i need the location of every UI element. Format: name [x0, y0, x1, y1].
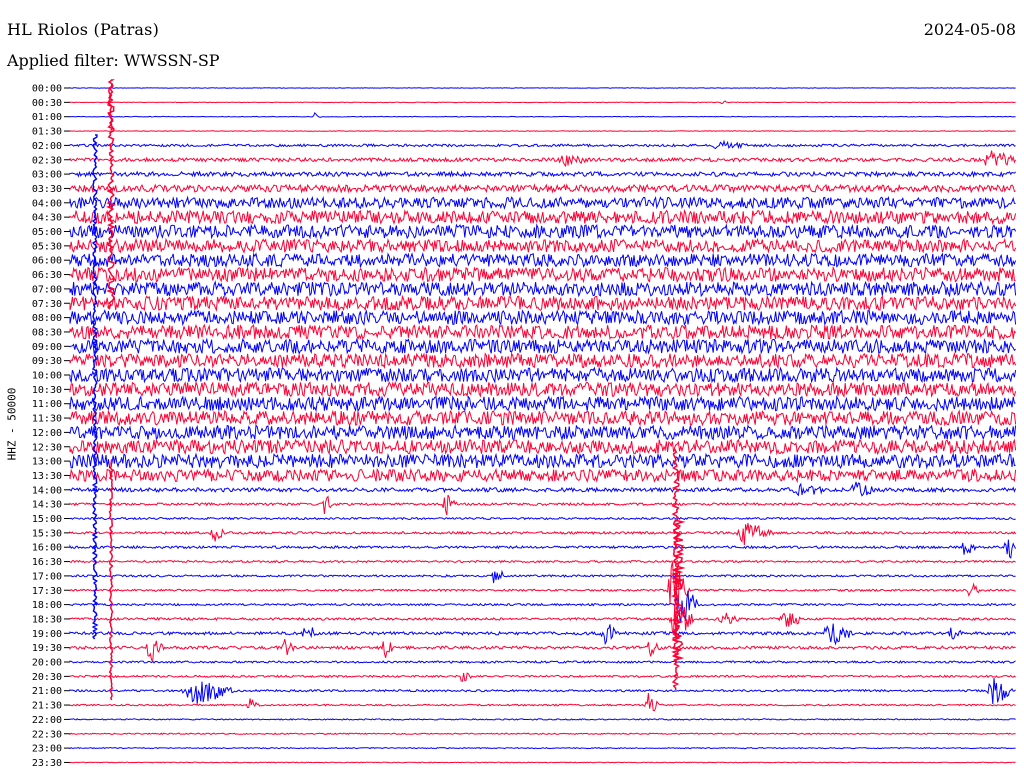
- time-tick-label: 00:30: [32, 98, 62, 109]
- seismic-trace: [69, 761, 1016, 764]
- time-tick-label: 13:30: [32, 471, 62, 482]
- time-tick-label: 01:00: [32, 112, 62, 123]
- seismic-trace: [69, 623, 1016, 646]
- seismic-trace: [69, 265, 1016, 284]
- time-tick-label: 12:30: [32, 442, 62, 453]
- seismic-trace: [69, 746, 1016, 750]
- time-tick-label: 02:00: [32, 141, 62, 152]
- seismic-spike: [108, 459, 114, 701]
- time-tick-label: 12:00: [32, 428, 62, 439]
- time-tick-label: 21:30: [32, 701, 62, 712]
- seismic-trace: [69, 130, 1016, 132]
- time-tick-label: 08:00: [32, 313, 62, 324]
- seismic-trace: [69, 409, 1017, 427]
- seismic-trace: [69, 309, 1017, 327]
- seismic-trace: [69, 672, 1016, 682]
- seismic-trace: [69, 516, 1016, 521]
- time-tick-label: 06:00: [32, 256, 62, 267]
- seismic-trace: [69, 252, 1017, 269]
- time-tick-label: 07:00: [32, 284, 62, 295]
- seismic-trace: [69, 467, 1017, 484]
- seismic-trace: [69, 438, 1017, 456]
- time-tick-label: 20:00: [32, 658, 62, 669]
- seismic-trace: [69, 569, 1016, 584]
- time-tick-label: 21:00: [32, 686, 62, 697]
- seismic-trace: [69, 677, 1016, 705]
- time-tick-label: 00:00: [32, 84, 62, 95]
- seismic-trace: [69, 208, 1017, 226]
- time-tick-label: 15:30: [32, 528, 62, 539]
- time-tick-label: 04:30: [32, 213, 62, 224]
- time-tick-label: 06:30: [32, 270, 62, 281]
- seismogram-plot: 00:00 00:30 01:00 01:30 02:00 02:30 03:00 03:30…: [32, 79, 1017, 769]
- seismic-trace: [69, 366, 1017, 384]
- time-tick-label: 09:00: [32, 342, 62, 353]
- time-tick-label: 11:00: [32, 399, 62, 410]
- seismic-trace: [69, 280, 1017, 298]
- time-tick-label: 01:30: [32, 127, 62, 138]
- seismic-trace: [69, 452, 1016, 470]
- time-tick-label: 08:30: [32, 327, 62, 338]
- seismic-trace: [69, 170, 1016, 179]
- seismic-trace: [69, 111, 1016, 118]
- time-tick-label: 17:00: [32, 571, 62, 582]
- time-tick-label: 05:00: [32, 227, 62, 238]
- seismic-trace: [69, 732, 1016, 736]
- seismic-trace: [69, 539, 1017, 559]
- seismic-trace: [69, 223, 1017, 240]
- time-tick-label: 14:00: [32, 485, 62, 496]
- time-tick-label: 19:00: [32, 629, 62, 640]
- time-tick-label: 20:30: [32, 672, 62, 683]
- seismic-trace: [69, 294, 1017, 312]
- time-tick-label: 05:30: [32, 241, 62, 252]
- seismic-trace: [69, 139, 1016, 150]
- time-tick-label: 10:00: [32, 371, 62, 382]
- time-tick-label: 22:00: [32, 715, 62, 726]
- time-tick-label: 17:30: [32, 586, 62, 597]
- seismic-trace: [69, 660, 1016, 664]
- time-tick-label: 22:30: [32, 729, 62, 740]
- seismic-trace: [69, 380, 1017, 399]
- time-tick-label: 15:00: [32, 514, 62, 525]
- seismic-trace: [69, 423, 1017, 442]
- time-tick-label: 02:30: [32, 155, 62, 166]
- time-tick-label: 19:30: [32, 643, 62, 654]
- time-tick-label: 18:00: [32, 600, 62, 611]
- time-tick-label: 04:00: [32, 198, 62, 209]
- time-tick-label: 16:30: [32, 557, 62, 568]
- time-tick-label: 10:30: [32, 385, 62, 396]
- time-tick-label: 03:00: [32, 170, 62, 181]
- seismic-trace: [69, 150, 1017, 168]
- time-tick-label: 23:00: [32, 744, 62, 755]
- time-tick-label: 23:30: [32, 758, 62, 769]
- seismic-trace: [69, 559, 1016, 564]
- seismic-trace: [69, 494, 1016, 516]
- seismic-trace: [69, 337, 1016, 355]
- seismic-trace: [69, 522, 1017, 546]
- seismic-trace: [69, 237, 1017, 254]
- seismic-spike: [91, 134, 99, 640]
- time-tick-label: 07:30: [32, 299, 62, 310]
- time-tick-label: 14:30: [32, 500, 62, 511]
- seismic-trace: [69, 395, 1016, 413]
- seismic-trace: [69, 718, 1016, 721]
- seismic-trace: [69, 100, 1016, 105]
- time-tick-label: 09:30: [32, 356, 62, 367]
- time-tick-label: 11:30: [32, 414, 62, 425]
- seismic-trace: [69, 351, 1017, 370]
- time-tick-label: 18:30: [32, 614, 62, 625]
- time-tick-label: 03:30: [32, 184, 62, 195]
- time-tick-label: 13:00: [32, 457, 62, 468]
- time-tick-label: 16:00: [32, 543, 62, 554]
- seismic-trace: [69, 693, 1016, 712]
- seismic-trace: [69, 195, 1016, 210]
- seismic-trace: [69, 481, 1017, 497]
- seismic-trace: [69, 323, 1016, 341]
- seismic-trace: [69, 638, 1016, 661]
- seismic-trace: [69, 183, 1016, 194]
